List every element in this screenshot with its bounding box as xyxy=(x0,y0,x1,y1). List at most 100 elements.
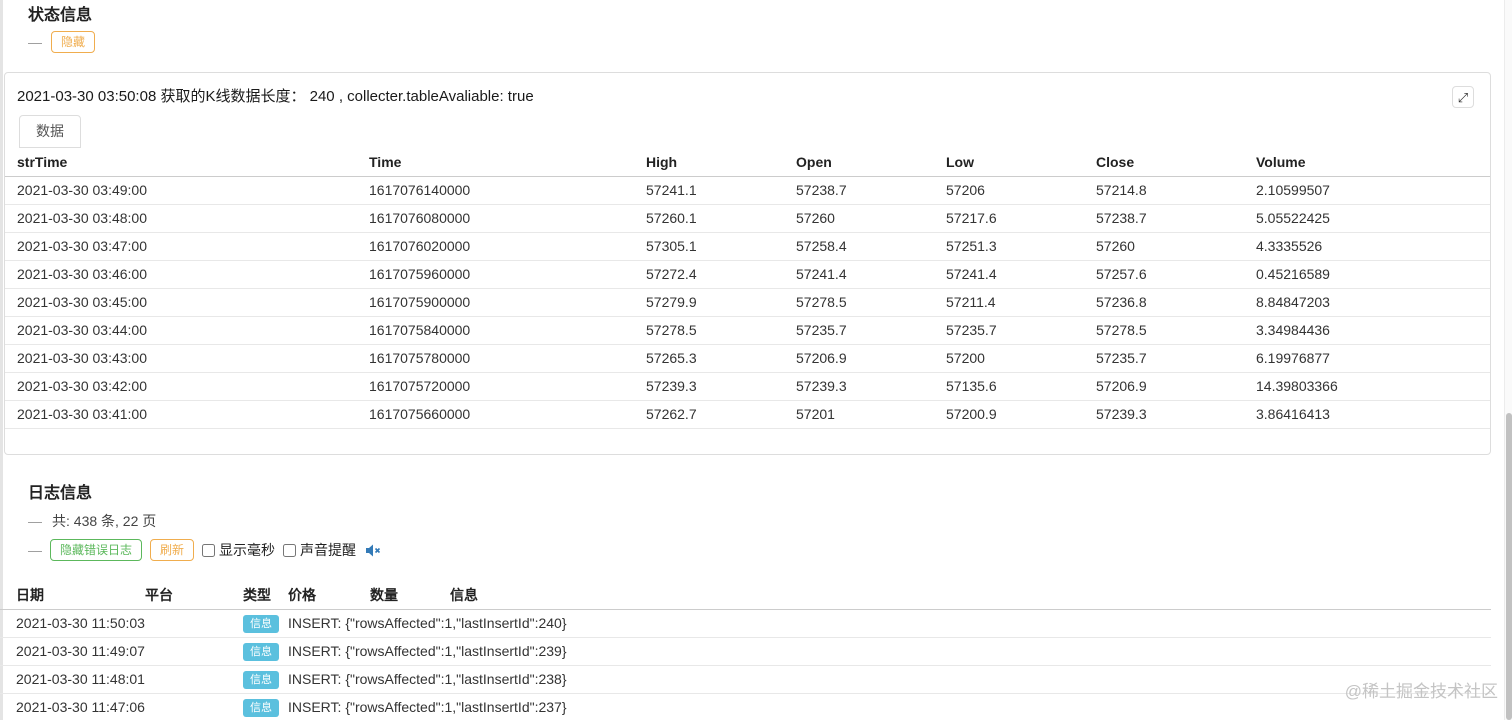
log-section: 日志信息 — 共: 438 条, 22 页 — 隐藏错误日志 刷新 显示毫秒 声… xyxy=(0,484,1491,720)
table-cell: 0.45216589 xyxy=(1256,260,1490,289)
kline-table-body: 2021-03-30 03:49:00 1617076140000 57241.1 5… xyxy=(5,176,1490,429)
column-header: Volume xyxy=(1256,148,1490,177)
column-header: 信息 xyxy=(450,581,1491,610)
table-cell: 8.84847203 xyxy=(1256,288,1490,317)
muted-speaker-icon[interactable] xyxy=(366,544,381,557)
log-table-header-row: 日期 平台 类型 价格 数量 信息 xyxy=(0,581,1491,610)
table-cell: 57241.1 xyxy=(646,176,796,205)
status-section-title: 状态信息 xyxy=(28,7,93,24)
log-platform-cell xyxy=(145,665,243,694)
table-cell: 57206.9 xyxy=(796,344,946,373)
table-cell: 57201 xyxy=(796,400,946,429)
table-cell: 57258.4 xyxy=(796,232,946,261)
log-message-cell: INSERT: {"rowsAffected":1,"lastInsertId"… xyxy=(288,637,1491,666)
table-cell: 57239.3 xyxy=(796,372,946,401)
log-count-text: 共: 438 条, 22 页 xyxy=(52,513,157,529)
table-row: 2021-03-30 03:44:00 1617075840000 57278.5 5… xyxy=(5,316,1490,345)
log-platform-cell xyxy=(145,637,243,666)
table-cell: 57217.6 xyxy=(946,204,1096,233)
watermark: @稀土掘金技术社区 xyxy=(1344,682,1498,701)
log-date-cell: 2021-03-30 11:47:06 xyxy=(0,693,145,720)
sound-alert-label: 声音提醒 xyxy=(300,542,357,558)
column-header: Open xyxy=(796,148,946,177)
log-date-cell: 2021-03-30 11:50:03 xyxy=(0,609,145,638)
table-cell: 57278.5 xyxy=(796,288,946,317)
collapse-dash-icon[interactable]: — xyxy=(28,35,42,49)
tab-data[interactable]: 数据 xyxy=(19,115,81,148)
expand-button[interactable]: ⤢ xyxy=(1452,86,1474,108)
table-cell: 57206 xyxy=(946,176,1096,205)
table-cell: 57239.3 xyxy=(1096,400,1256,429)
column-header: 平台 xyxy=(145,581,243,610)
hide-button[interactable]: 隐藏 xyxy=(51,31,96,53)
table-cell: 57260.1 xyxy=(646,204,796,233)
collapse-dash-icon[interactable]: — xyxy=(28,514,42,528)
table-cell: 1617075720000 xyxy=(369,372,646,401)
log-row: 2021-03-30 11:50:03 信息 INSERT: {"rowsAffec… xyxy=(0,609,1491,638)
kline-panel-header-text: 2021-03-30 03:50:08 获取的K线数据长度： 240 , col… xyxy=(17,88,534,105)
kline-panel: 2021-03-30 03:50:08 获取的K线数据长度： 240 , col… xyxy=(4,72,1491,455)
sound-alert-checkbox[interactable] xyxy=(283,543,297,557)
table-cell: 57214.8 xyxy=(1096,176,1256,205)
table-cell: 57257.6 xyxy=(1096,260,1256,289)
log-type-cell: 信息 xyxy=(243,693,288,720)
table-cell: 1617075960000 xyxy=(369,260,646,289)
table-cell: 14.39803366 xyxy=(1256,372,1490,401)
table-cell: 3.86416413 xyxy=(1256,400,1490,429)
column-header: Low xyxy=(946,148,1096,177)
table-cell: 2021-03-30 03:44:00 xyxy=(5,316,369,345)
table-cell: 57211.4 xyxy=(946,288,1096,317)
table-cell: 57235.7 xyxy=(796,316,946,345)
kline-table-header-row: strTime Time High Open Low Close Volume xyxy=(5,148,1490,177)
table-cell: 2021-03-30 03:41:00 xyxy=(5,400,369,429)
column-header: strTime xyxy=(5,148,369,177)
log-table-body: 2021-03-30 11:50:03 信息 INSERT: {"rowsAffec… xyxy=(0,609,1491,720)
table-cell: 57235.7 xyxy=(946,316,1096,345)
table-cell: 57260 xyxy=(1096,232,1256,261)
table-cell: 57272.4 xyxy=(646,260,796,289)
table-row: 2021-03-30 03:48:00 1617076080000 57260.1 5… xyxy=(5,204,1490,233)
table-row: 2021-03-30 03:46:00 1617075960000 57272.4 5… xyxy=(5,260,1490,289)
show-milliseconds-option[interactable]: 显示毫秒 xyxy=(202,540,275,560)
table-cell: 57135.6 xyxy=(946,372,1096,401)
log-message-cell: INSERT: {"rowsAffected":1,"lastInsertId"… xyxy=(288,693,1491,720)
table-cell: 57262.7 xyxy=(646,400,796,429)
table-cell: 1617075840000 xyxy=(369,316,646,345)
table-cell: 2021-03-30 03:48:00 xyxy=(5,204,369,233)
scrollbar-thumb[interactable] xyxy=(1506,413,1512,720)
table-cell: 57236.8 xyxy=(1096,288,1256,317)
info-badge: 信息 xyxy=(243,670,279,689)
log-message-cell: INSERT: {"rowsAffected":1,"lastInsertId"… xyxy=(288,609,1491,638)
table-cell: 57278.5 xyxy=(646,316,796,345)
hide-error-log-button[interactable]: 隐藏错误日志 xyxy=(50,539,143,561)
table-row: 2021-03-30 03:41:00 1617075660000 57262.7 5… xyxy=(5,400,1490,429)
log-platform-cell xyxy=(145,693,243,720)
table-cell: 2021-03-30 03:42:00 xyxy=(5,372,369,401)
show-milliseconds-checkbox[interactable] xyxy=(202,543,216,557)
table-cell: 1617076140000 xyxy=(369,176,646,205)
table-cell: 2021-03-30 03:43:00 xyxy=(5,344,369,373)
log-message-cell: INSERT: {"rowsAffected":1,"lastInsertId"… xyxy=(288,665,1491,694)
expand-icon: ⤢ xyxy=(1457,89,1469,105)
sound-alert-option[interactable]: 声音提醒 xyxy=(283,540,356,560)
table-cell: 2.10599507 xyxy=(1256,176,1490,205)
vertical-scrollbar[interactable] xyxy=(1504,0,1512,720)
column-header: 类型 xyxy=(243,581,288,610)
table-cell: 2021-03-30 03:45:00 xyxy=(5,288,369,317)
column-header: Time xyxy=(369,148,646,177)
table-row: 2021-03-30 03:49:00 1617076140000 57241.1 5… xyxy=(5,176,1490,205)
table-cell: 57200 xyxy=(946,344,1096,373)
column-header: 数量 xyxy=(370,581,450,610)
table-cell: 57238.7 xyxy=(796,176,946,205)
collapse-dash-icon[interactable]: — xyxy=(28,543,42,557)
refresh-button[interactable]: 刷新 xyxy=(150,539,195,561)
column-header: High xyxy=(646,148,796,177)
table-cell: 2021-03-30 03:49:00 xyxy=(5,176,369,205)
table-cell: 1617075900000 xyxy=(369,288,646,317)
table-cell: 57206.9 xyxy=(1096,372,1256,401)
table-cell: 57251.3 xyxy=(946,232,1096,261)
table-cell: 6.19976877 xyxy=(1256,344,1490,373)
table-cell: 1617076080000 xyxy=(369,204,646,233)
log-date-cell: 2021-03-30 11:49:07 xyxy=(0,637,145,666)
table-cell: 57241.4 xyxy=(796,260,946,289)
